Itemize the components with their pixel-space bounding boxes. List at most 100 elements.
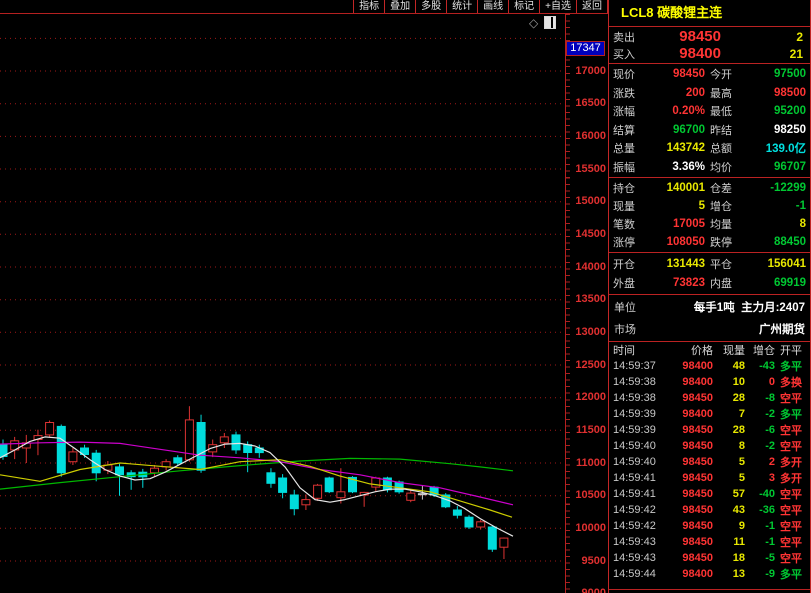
tape-time: 14:59:38 [613,392,669,404]
candle [69,448,77,465]
candle [477,520,485,530]
statistics-button[interactable]: 统计 [446,0,477,13]
tape-open-close: 多平 [775,358,802,374]
field-label: 最高 [705,85,749,101]
tape-header-cell: 时间 [613,342,669,358]
tape-volume: 7 [713,408,745,420]
field-label: 现价 [613,66,649,82]
field-value: 140001 [649,182,705,194]
tape-time: 14:59:40 [613,440,669,452]
order-book: 卖出 98450 2 买入 98400 21 [609,27,810,64]
tape-price: 98400 [669,360,713,372]
field-value: 73823 [649,277,705,289]
multi-stock-button[interactable]: 多股 [415,0,446,13]
tape-oi-change: -43 [745,360,775,372]
field-value: 69919 [749,277,806,289]
field-value: 108050 [649,236,705,248]
field-value: 88450 [749,236,806,248]
ask-size: 2 [721,30,806,44]
tape-oi-change: -36 [745,504,775,516]
field-label: 持仓 [613,180,649,196]
draw-line-button[interactable]: 画线 [477,0,508,13]
field-value: 95200 [749,105,806,117]
diamond-icon[interactable]: ◇ [529,17,538,29]
tape-volume: 8 [713,440,745,452]
field-label: 现量 [613,198,649,214]
tape-volume: 18 [713,552,745,564]
field-value: 97500 [749,68,806,80]
tape-time: 14:59:42 [613,504,669,516]
tape-time: 14:59:38 [613,376,669,388]
tape-volume: 5 [713,472,745,484]
candlestick-chart[interactable] [0,0,565,593]
tape-open-close: 空平 [775,390,802,406]
tape-time: 14:59:39 [613,424,669,436]
candle [314,484,322,501]
tape-open-close: 多开 [775,454,802,470]
back-button[interactable]: 返回 [576,0,608,13]
candle [325,477,333,493]
ma-line-green [0,458,513,489]
split-window-icon[interactable] [544,16,556,29]
candle [46,421,54,437]
market-row: 市场 广州期货 [614,321,805,337]
tape-volume: 9 [713,520,745,532]
bid-row: 买入 98400 21 [613,45,806,62]
field-label: 结算 [613,122,649,138]
tape-oi-change: -9 [745,568,775,580]
candle [302,494,310,510]
tape-open-close: 多换 [775,374,802,390]
ask-price[interactable]: 98450 [653,28,721,45]
tape-header: 时间价格现量增仓开平 [609,342,810,358]
mark-button[interactable]: 标记 [508,0,539,13]
tape-volume: 11 [713,536,745,548]
field-value: 5 [649,200,705,212]
position-section: 持仓140001仓差-12299现量5增仓-1笔数17005均量8涨停10805… [609,178,810,253]
bid-price[interactable]: 98400 [653,45,721,62]
tape-price: 98450 [669,456,713,468]
candle [57,425,65,477]
tape-row: 14:59:39984007-2多平 [609,406,810,422]
y-axis-label: 14500 [568,228,606,241]
candle [465,515,473,529]
tape-row: 14:59:409845052多开 [609,454,810,470]
bid-label: 买入 [613,46,653,62]
tape-volume: 13 [713,568,745,580]
tape-volume: 28 [713,424,745,436]
indicator-button[interactable]: 指标 [353,0,384,13]
tape-time: 14:59:39 [613,408,669,420]
field-label: 增仓 [705,198,749,214]
tape-time: 14:59:40 [613,456,669,468]
field-value: 139.0亿 [749,140,806,156]
tape-oi-change: -2 [745,440,775,452]
overlay-button[interactable]: 叠加 [384,0,415,13]
field-label: 振幅 [613,159,649,175]
tape-time: 14:59:41 [613,472,669,484]
tape-open-close: 空平 [775,422,802,438]
ask-label: 卖出 [613,29,653,45]
add-watchlist-button[interactable]: +自选 [539,0,576,13]
tape-price: 98400 [669,376,713,388]
tape-row: 14:59:439845011-1空平 [609,534,810,550]
y-axis-label: 9000 [568,587,606,593]
tape-open-close: 空平 [775,518,802,534]
y-axis-label: 16500 [568,97,606,110]
candle [197,415,205,473]
field-label: 平仓 [705,256,749,272]
field-label: 跌停 [705,234,749,250]
y-axis-label: 15500 [568,163,606,176]
position-row: 现量5增仓-1 [609,198,810,214]
tape-row: 14:59:40984508-2空平 [609,438,810,454]
tape-volume: 43 [713,504,745,516]
tape-header-cell: 增仓 [745,342,775,358]
time-sales-section: 时间价格现量增仓开平 14:59:379840048-43多平14:59:389… [609,342,810,590]
candle [290,490,298,516]
candle [267,468,275,488]
y-axis-label: 13000 [568,326,606,339]
candle [162,459,170,470]
y-axis-label: 9500 [568,555,606,568]
tape-row: 14:59:42984509-1空平 [609,518,810,534]
quote-row: 结算96700昨结98250 [609,122,810,138]
tape-row: 14:59:389845028-8空平 [609,390,810,406]
candle [116,464,124,496]
